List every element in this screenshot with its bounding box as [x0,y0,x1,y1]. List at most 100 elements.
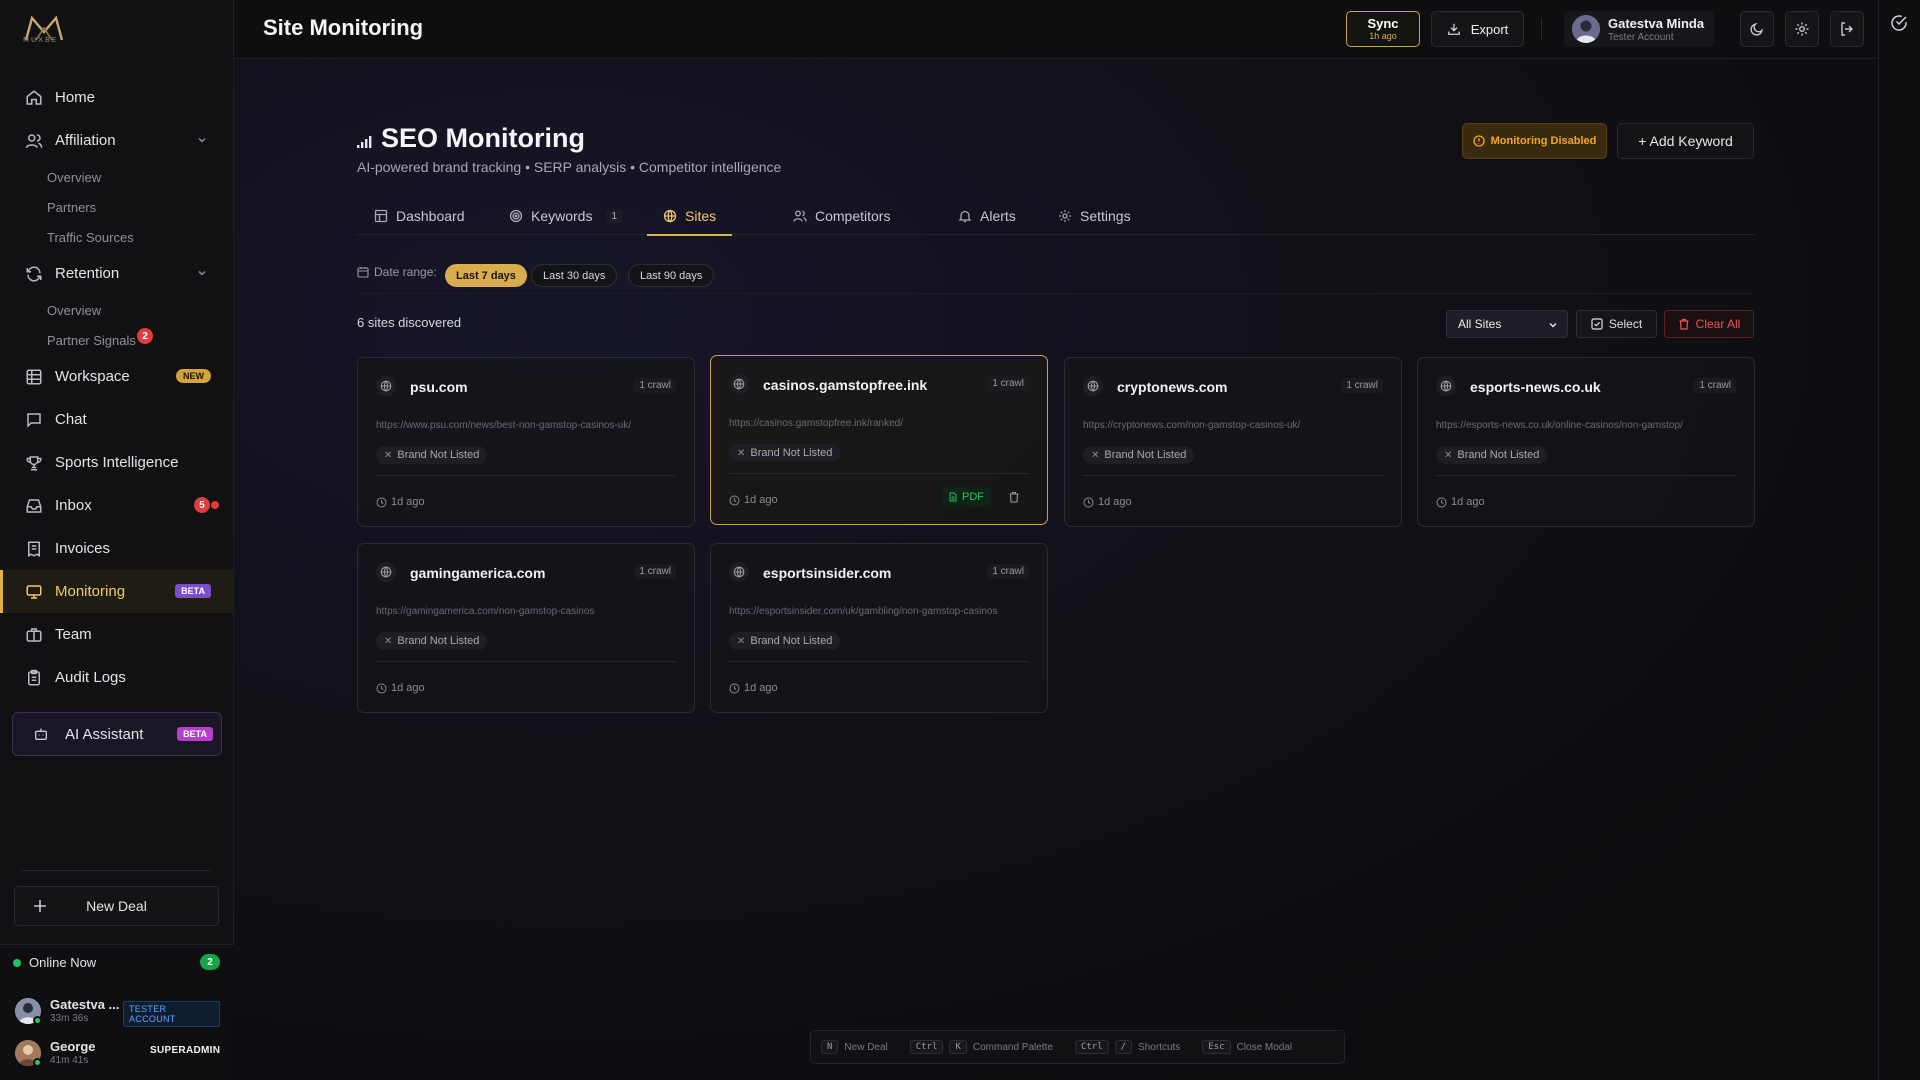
sidebar-item-label: Home [55,89,96,106]
site-filter-select[interactable]: All Sites [1446,310,1568,338]
check-circle-icon[interactable] [1890,14,1908,32]
sidebar-item-invoices[interactable]: Invoices [0,527,234,570]
online-user-row[interactable]: George 41m 41s SUPERADMIN [15,1037,220,1069]
tab-sites[interactable]: Sites [646,197,733,236]
keywords-count-badge: 1 [606,209,623,223]
sidebar-item-home[interactable]: Home [0,76,234,119]
date-range-7d[interactable]: Last 7 days [445,264,527,287]
ai-assistant-button[interactable]: AI Assistant BETA [12,712,222,756]
site-domain[interactable]: cryptonews.com [1117,379,1227,395]
site-card[interactable]: esports-news.co.uk 1 crawl https://espor… [1417,357,1755,527]
settings-button[interactable] [1785,11,1819,47]
sidebar-item-retention[interactable]: Retention [0,252,234,295]
sidebar-item-chat[interactable]: Chat [0,398,234,441]
seo-title: SEO Monitoring [357,123,585,154]
users-icon [25,133,43,148]
sidebar-item-label: Affiliation [55,132,116,149]
sidebar-item-team[interactable]: Team [0,613,234,656]
beta-badge: BETA [175,584,211,598]
site-domain[interactable]: psu.com [410,379,468,395]
add-keyword-button[interactable]: + Add Keyword [1617,123,1754,159]
last-crawl-time: 1d ago [376,496,425,508]
sidebar: MUXBE Home Affiliation Overview Partners… [0,0,234,1080]
sidebar-subitem-partners[interactable]: Partners [0,192,234,222]
tab-settings[interactable]: Settings [1058,197,1131,235]
inbox-count-badge: 5 [194,497,210,513]
site-url[interactable]: https://www.psu.com/news/best-non-gamsto… [376,420,676,431]
sidebar-item-sports-intelligence[interactable]: Sports Intelligence [0,441,234,484]
pdf-button[interactable]: PDF [941,487,991,507]
last-crawl-time: 1d ago [376,682,425,694]
tab-keywords[interactable]: Keywords 1 [509,197,623,235]
shortcut-label: New Deal [844,1041,888,1053]
online-user-row[interactable]: Gatestva ... 33m 36s TESTER ACCOUNT [15,995,220,1027]
sidebar-item-audit-logs[interactable]: Audit Logs [0,656,234,699]
home-icon [26,89,42,105]
export-button[interactable]: Export [1431,11,1524,47]
last-crawl-time: 1d ago [729,682,778,694]
delete-site-icon[interactable] [1008,491,1020,503]
site-url[interactable]: https://esports-news.co.uk/online-casino… [1436,420,1736,431]
tab-competitors[interactable]: Competitors [793,197,890,235]
site-domain[interactable]: gamingamerica.com [410,565,545,581]
online-now-title: Online Now [29,955,97,970]
select-button[interactable]: Select [1576,310,1657,338]
chevron-down-icon[interactable] [196,267,208,279]
status-badge: ✕ Brand Not Listed [729,444,841,462]
shortcut-label: Close Modal [1236,1041,1293,1053]
site-url[interactable]: https://esportsinsider.com/uk/gambling/n… [729,606,1029,617]
date-range-90d[interactable]: Last 90 days [628,264,715,287]
site-url[interactable]: https://cryptonews.com/non-gamstop-casin… [1083,420,1383,431]
date-range-30d[interactable]: Last 30 days [531,264,618,287]
theme-toggle-button[interactable] [1740,11,1774,47]
sync-button[interactable]: Sync 1h ago [1346,11,1420,47]
sidebar-subitem-traffic-sources[interactable]: Traffic Sources [0,222,234,252]
site-card[interactable]: casinos.gamstopfree.ink 1 crawl https://… [710,355,1048,525]
sidebar-item-label: Team [55,626,92,643]
sidebar-item-inbox[interactable]: Inbox 5 [0,484,234,527]
section-divider [357,293,1754,294]
site-card[interactable]: cryptonews.com 1 crawl https://cryptonew… [1064,357,1402,527]
monitor-icon [26,584,42,599]
monitoring-disabled-button[interactable]: Monitoring Disabled [1462,123,1607,159]
site-card[interactable]: esportsinsider.com 1 crawl https://espor… [710,543,1048,713]
tab-alerts[interactable]: Alerts [958,197,1016,235]
sidebar-item-monitoring[interactable]: Monitoring BETA [0,570,234,613]
site-domain[interactable]: esports-news.co.uk [1470,379,1601,395]
partner-signals-badge: 2 [137,328,153,344]
logout-button[interactable] [1830,11,1864,47]
status-badge: ✕ Brand Not Listed [1436,446,1548,464]
sidebar-item-workspace[interactable]: Workspace NEW [0,355,234,398]
user-menu[interactable]: Gatestva Minda Tester Account [1564,11,1714,47]
sidebar-subitem-partner-signals[interactable]: Partner Signals 2 [0,325,234,355]
crawl-count-badge: 1 crawl [634,564,676,579]
file-icon [949,492,957,502]
seo-subtitle: AI-powered brand tracking • SERP analysi… [357,159,782,175]
users-icon [793,210,807,222]
briefcase-icon [26,627,42,642]
tab-dashboard[interactable]: Dashboard [374,197,465,235]
beta-badge: BETA [177,727,213,741]
chevron-down-icon[interactable] [196,134,208,146]
status-badge: ✕ Brand Not Listed [729,632,841,650]
checkbox-icon [1591,318,1603,330]
clock-icon [376,497,387,507]
card-divider [376,661,676,662]
online-count-badge: 2 [200,954,220,970]
site-card[interactable]: psu.com 1 crawl https://www.psu.com/news… [357,357,695,527]
kbd-key: / [1114,1040,1133,1054]
clear-all-button[interactable]: Clear All [1664,310,1754,338]
status-badge: ✕ Brand Not Listed [1083,446,1195,464]
new-deal-button[interactable]: New Deal [14,886,219,926]
sidebar-subitem-retention-overview[interactable]: Overview [0,295,234,325]
sidebar-subitem-affiliation-overview[interactable]: Overview [0,162,234,192]
card-divider [376,475,676,476]
site-card[interactable]: gamingamerica.com 1 crawl https://gaming… [357,543,695,713]
site-domain[interactable]: casinos.gamstopfree.ink [763,377,927,393]
site-domain[interactable]: esportsinsider.com [763,565,891,581]
sidebar-item-affiliation[interactable]: Affiliation [0,119,234,162]
sidebar-item-label: Workspace [55,368,130,385]
site-url[interactable]: https://casinos.gamstopfree.ink/ranked/ [729,418,1029,429]
site-url[interactable]: https://gamingamerica.com/non-gamstop-ca… [376,606,676,617]
chat-icon [27,412,41,428]
